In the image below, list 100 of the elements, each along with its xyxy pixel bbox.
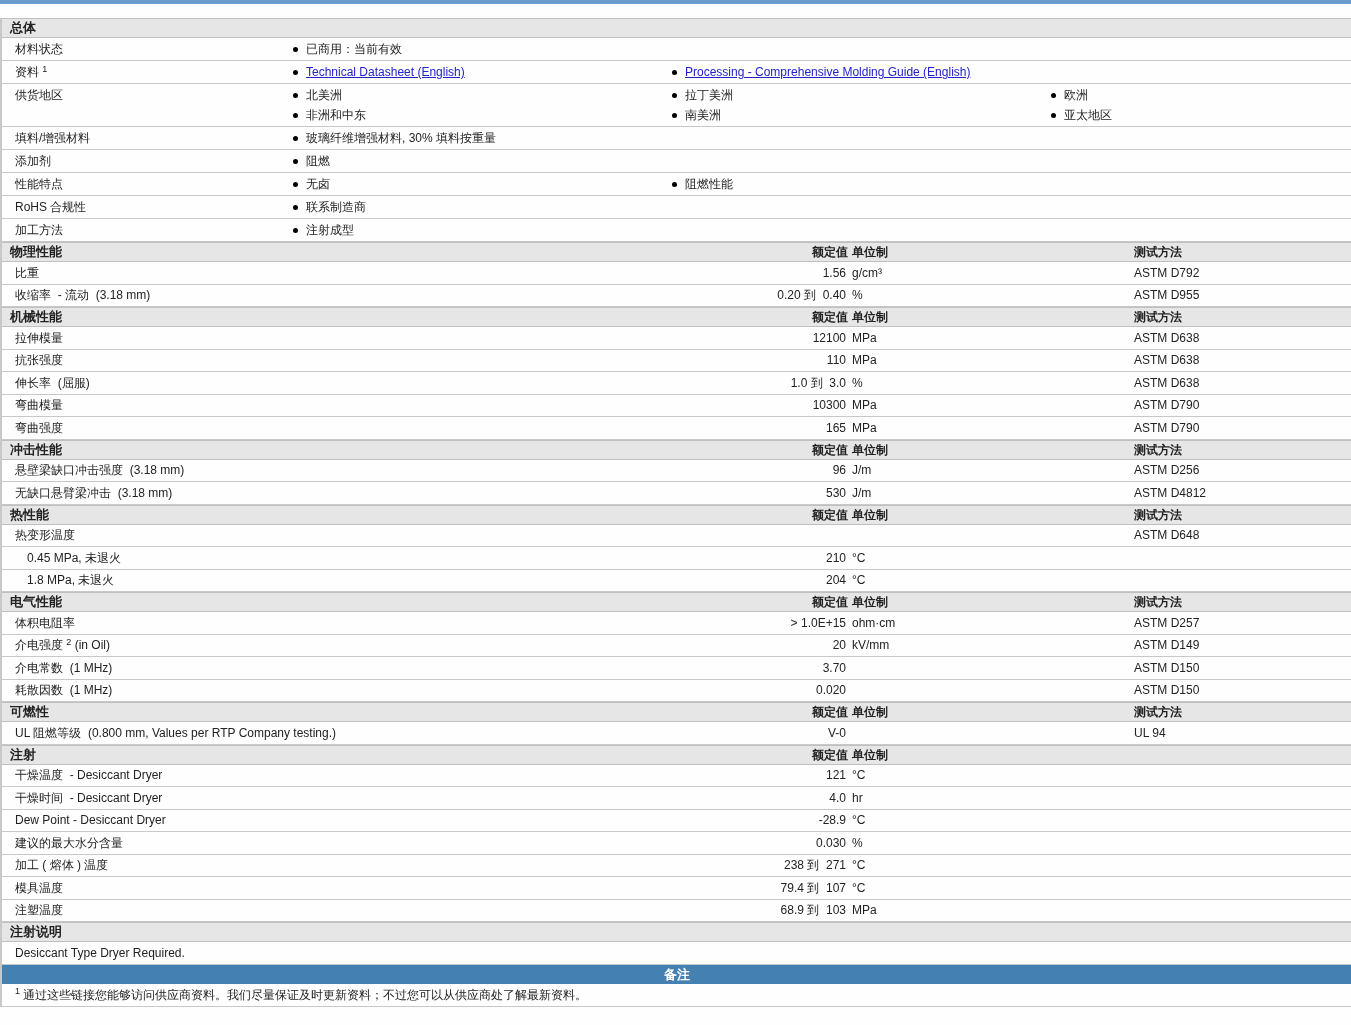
unit-text: °C	[852, 858, 867, 873]
bullet-icon	[293, 46, 298, 52]
document-link[interactable]: Technical Datasheet (English)	[306, 65, 465, 79]
section-title: 物理性能	[9, 245, 63, 259]
bullet-icon	[293, 92, 298, 98]
test-method: ASTM D790	[1134, 420, 1201, 435]
property-label: Desiccant Type Dryer Required.	[14, 945, 186, 960]
column-header: 测试方法	[1134, 595, 1183, 609]
property-label: 无缺口悬臂梁冲击 (3.18 mm)	[14, 485, 174, 500]
column-header: 额定值	[811, 507, 849, 522]
unit-text: ohm·cm	[852, 615, 897, 630]
property-label: 加工 ( 熔体 ) 温度	[14, 858, 110, 873]
row-label: RoHS 合规性	[14, 200, 88, 214]
section-title: 热性能	[9, 507, 50, 522]
bullet-icon	[293, 69, 298, 75]
test-method: ASTM D638	[1134, 353, 1201, 368]
property-label: 干燥温度 - Desiccant Dryer	[14, 768, 164, 783]
list-item-text: 非洲和中东	[306, 108, 366, 122]
test-method: ASTM D256	[1134, 463, 1201, 478]
property-label: 悬壁梁缺口冲击强度 (3.18 mm)	[14, 463, 186, 478]
list-item-text: 亚太地区	[1064, 108, 1112, 122]
test-method: ASTM D955	[1134, 288, 1201, 303]
bullet-icon	[672, 181, 677, 187]
section-title: 机械性能	[8, 310, 63, 324]
property-label: 比重	[14, 265, 40, 280]
column-header: 测试方法	[1134, 245, 1183, 259]
unit-text: g/cm³	[852, 265, 883, 280]
column-header: 单位制	[852, 705, 889, 719]
property-label: 弯曲模量	[14, 398, 64, 413]
unit-text: %	[852, 375, 864, 390]
bullet-icon	[293, 112, 298, 118]
unit-text: °C	[852, 768, 867, 783]
column-header: 测试方法	[1134, 442, 1183, 457]
column-header: 单位制	[852, 442, 889, 457]
row-label: 性能特点	[14, 177, 64, 191]
test-method: UL 94	[1134, 725, 1167, 740]
property-value: 20	[831, 638, 847, 653]
property-label: UL 阻燃等级 (0.800 mm, Values per RTP Company testing.)	[14, 725, 337, 740]
property-label: 耗散因数 (1 MHz)	[14, 683, 114, 698]
property-label: 伸长率 (屈服)	[14, 375, 91, 390]
property-value: 238 到 271	[782, 858, 847, 873]
property-value: V-0	[827, 725, 847, 740]
row-label: 填料/增强材料	[14, 131, 92, 145]
unit-text: kV/mm	[852, 638, 891, 653]
property-label: 建议的最大水分含量	[14, 835, 124, 850]
property-value: 79.4 到 107	[779, 880, 847, 895]
property-value: 165	[824, 420, 847, 435]
property-label: 0.45 MPa, 未退火	[26, 550, 123, 565]
unit-text: MPa	[852, 398, 878, 413]
property-value: 0.20 到 0.40	[776, 288, 847, 303]
section-title: 注射	[9, 747, 37, 762]
bullet-icon	[1051, 92, 1056, 98]
test-method: ASTM D638	[1134, 330, 1201, 345]
property-value: 68.9 到 103	[779, 903, 847, 918]
column-header: 测试方法	[1134, 705, 1183, 719]
column-header: 测试方法	[1134, 507, 1183, 522]
test-method: ASTM D648	[1134, 528, 1201, 543]
list-item-text: 拉丁美洲	[685, 88, 733, 102]
property-value: 96	[831, 463, 847, 478]
row-label: 资料 $^{1}$	[14, 65, 49, 79]
property-value: 204	[824, 573, 847, 588]
property-label: 介电常数 (1 MHz)	[14, 660, 114, 675]
row-label: 添加剂	[14, 154, 52, 168]
test-method: ASTM D257	[1134, 615, 1201, 630]
document-link[interactable]: Processing - Comprehensive Molding Guide (English)	[685, 65, 971, 79]
section-title: 注射说明	[9, 925, 63, 939]
list-item-text: 阻燃	[306, 154, 330, 168]
test-method: ASTM D792	[1134, 265, 1201, 280]
column-header: 单位制	[852, 595, 889, 609]
bullet-icon	[293, 181, 298, 187]
list-item-text: 无卤	[306, 177, 330, 191]
property-value: 0.030	[814, 835, 847, 850]
row-label: 材料状态	[14, 42, 64, 56]
list-item-text: 阻燃性能	[685, 177, 733, 191]
test-method: ASTM D150	[1134, 683, 1201, 698]
footnote-text: $^{1}$ 通过这些链接您能够访问供应商资料。我们尽量保证及时更新资料；不过您可以从供应商处了解最新资料。	[15, 987, 588, 1002]
column-header: 额定值	[811, 245, 849, 259]
property-value: 530	[824, 485, 847, 500]
property-value: 10300	[811, 398, 847, 413]
list-item-text: 欧洲	[1064, 88, 1088, 102]
property-value: 1.0 到 3.0	[789, 375, 847, 390]
section-title: 总体	[8, 21, 37, 35]
section-title: 电气性能	[9, 595, 63, 609]
property-value: 110	[825, 353, 847, 368]
property-value: -28.9	[817, 813, 847, 828]
list-item-text: 注射成型	[306, 223, 354, 237]
list-item-text: 联系制造商	[306, 200, 366, 214]
section-title: 可燃性	[9, 705, 50, 719]
unit-text: MPa	[852, 420, 878, 435]
list-item-text: 北美洲	[306, 88, 342, 102]
bullet-icon	[293, 135, 298, 141]
property-label: 体积电阻率	[14, 615, 76, 630]
column-header: 单位制	[852, 245, 889, 259]
property-value: 1.56	[821, 265, 847, 280]
property-label: 模具温度	[14, 880, 64, 895]
property-label: Dew Point - Desiccant Dryer	[14, 813, 167, 828]
bullet-icon	[672, 92, 677, 98]
bullet-icon	[293, 204, 298, 210]
property-label: 注塑温度	[14, 903, 64, 918]
property-value: 4.0	[828, 790, 847, 805]
